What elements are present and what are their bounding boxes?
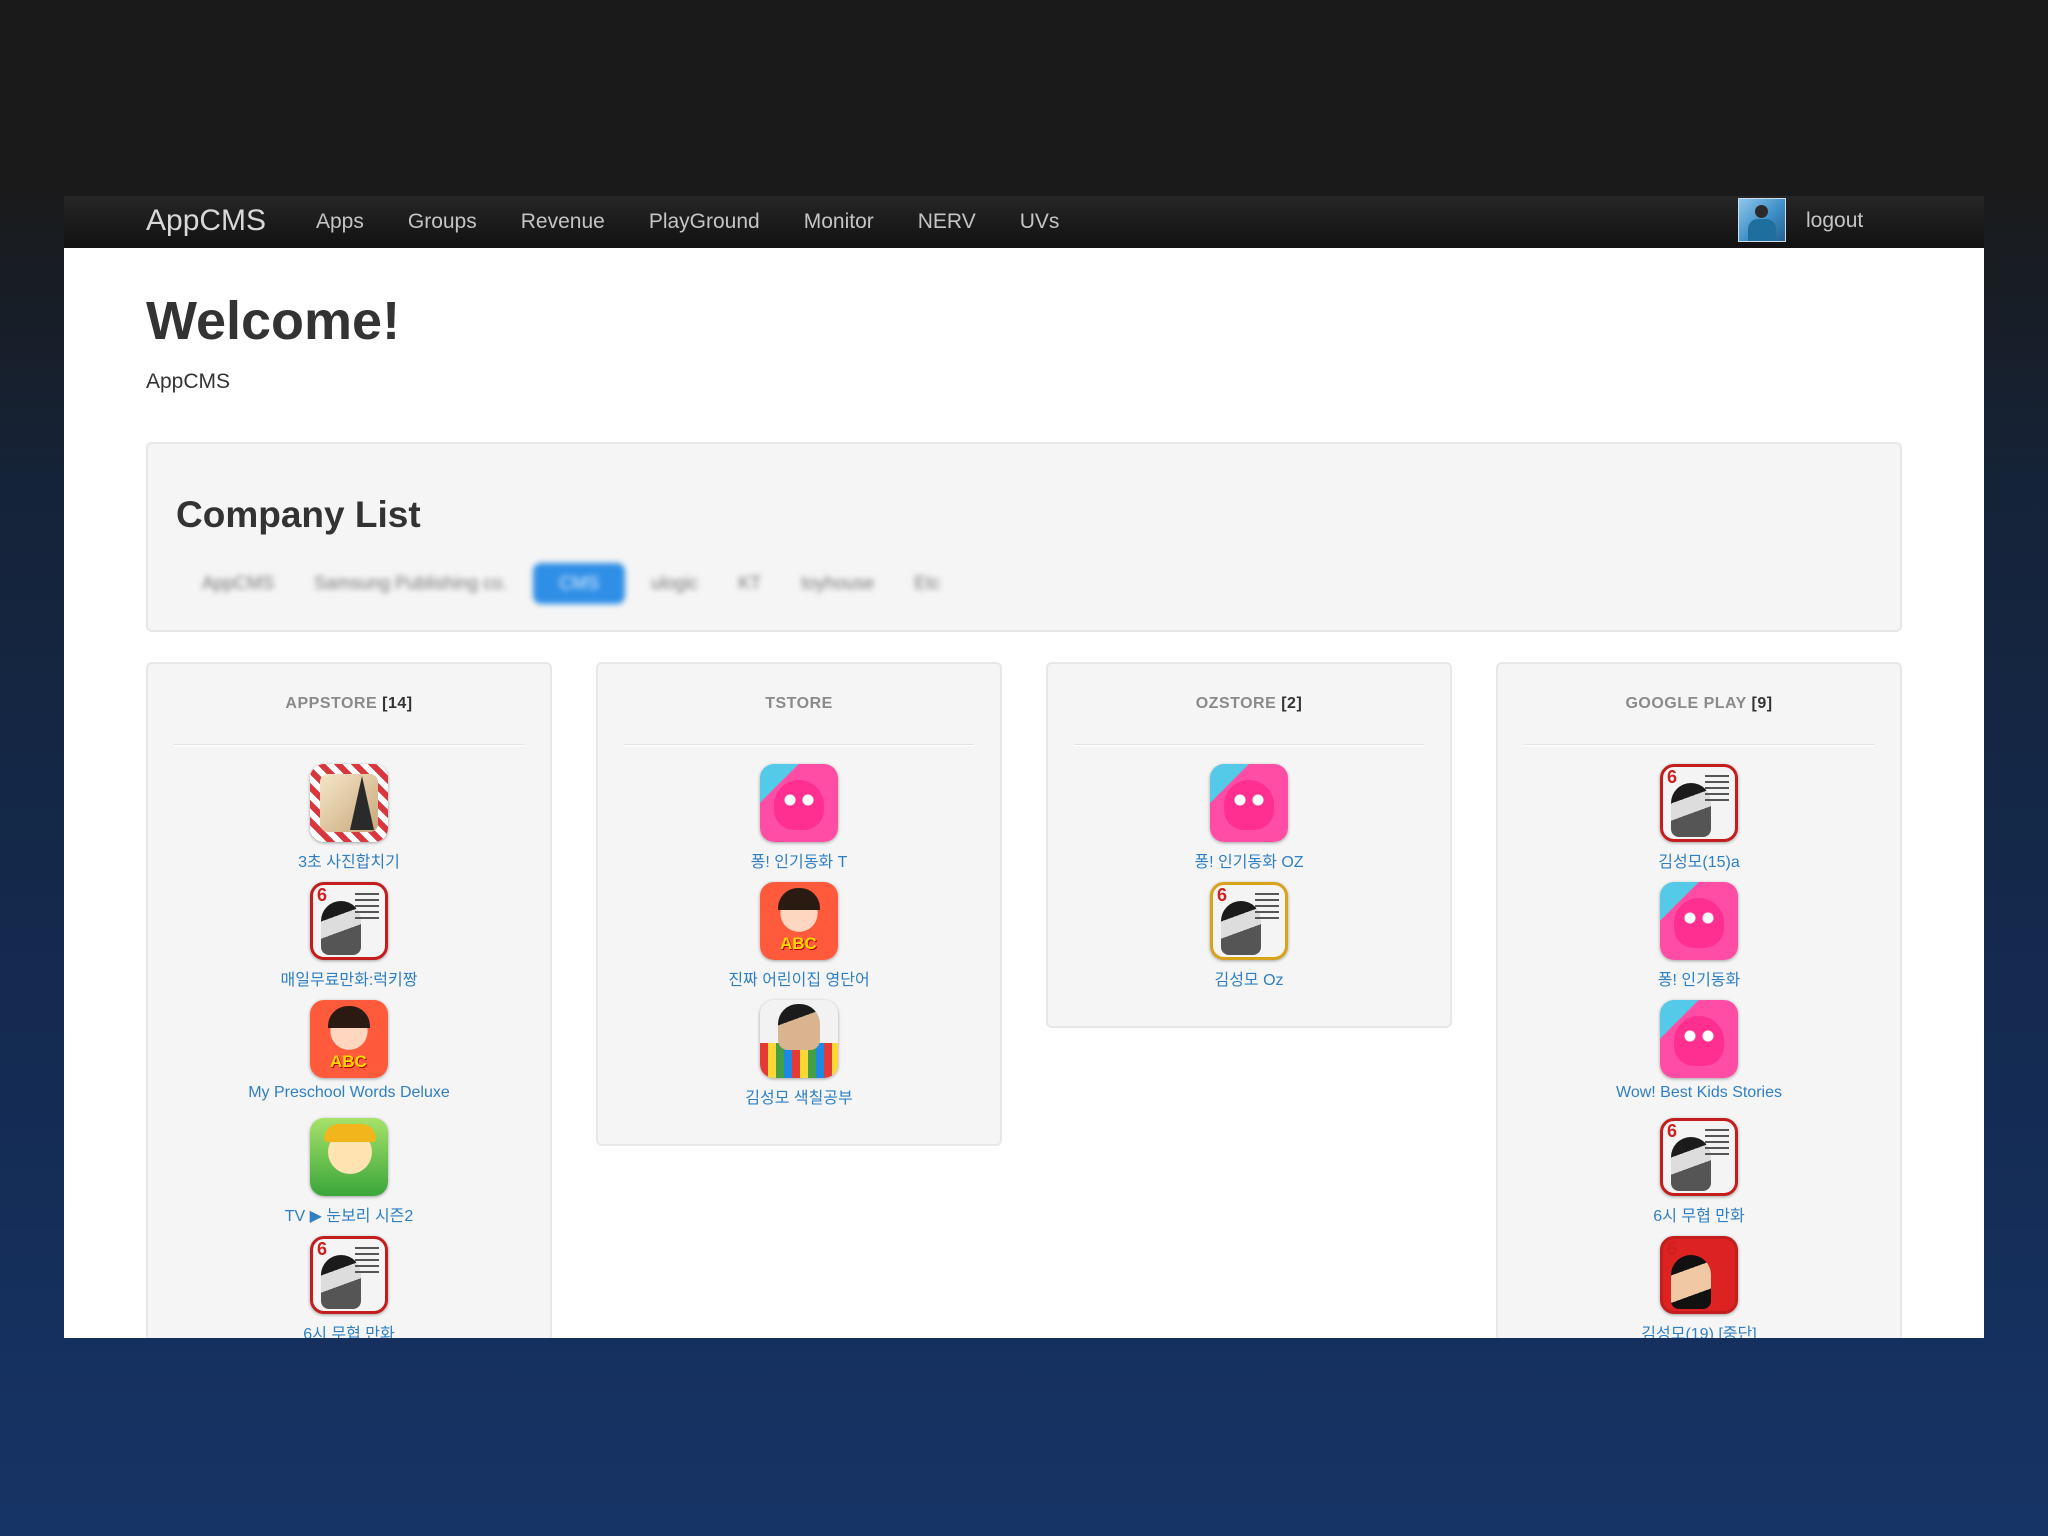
app-label: 6시 무협 만화: [303, 1326, 395, 1338]
app-item[interactable]: 6시 무협 만화: [148, 1236, 550, 1338]
coloring-manga-icon: [760, 1000, 838, 1078]
app-label: 3초 사진합치기: [298, 854, 400, 871]
pink-cat-icon: [1210, 764, 1288, 842]
app-item[interactable]: 3초 사진합치기: [148, 764, 550, 882]
app-label: 김성모(19) [중단]: [1641, 1326, 1757, 1338]
app-label: 퐁! 인기동화 OZ: [1194, 854, 1304, 871]
app-item[interactable]: 진짜 어린이집 영단어: [598, 882, 1000, 1000]
store-name: TSTORE: [765, 695, 833, 712]
manga-icon: [310, 882, 388, 960]
brand-logo[interactable]: AppCMS: [146, 196, 266, 246]
app-item[interactable]: 김성모 Oz: [1048, 882, 1450, 1000]
pink-cat-icon: [1660, 1000, 1738, 1078]
cartoon-character-icon: [310, 1118, 388, 1196]
app-item[interactable]: 김성모(15)a: [1498, 764, 1900, 882]
manga-icon: [1660, 764, 1738, 842]
app-item[interactable]: 퐁! 인기동화 OZ: [1048, 764, 1450, 882]
app-list: 3초 사진합치기 매일무료만화:럭키짱 My Preschool Words D…: [148, 764, 550, 1338]
nav-link-revenue[interactable]: Revenue: [521, 210, 605, 234]
app-label: 6시 무협 만화: [1653, 1208, 1745, 1225]
company-list-title: Company List: [176, 494, 421, 535]
nav-link-groups[interactable]: Groups: [408, 210, 477, 234]
avatar-body: [1748, 219, 1776, 241]
store-count: [9]: [1751, 695, 1773, 712]
avatar-head: [1755, 205, 1768, 218]
kid-abc-icon: [310, 1000, 388, 1078]
app-item[interactable]: 퐁! 인기동화 T: [598, 764, 1000, 882]
divider: [1524, 744, 1874, 746]
manga-icon: [1210, 882, 1288, 960]
browser-viewport: AppCMS Apps Groups Revenue PlayGround Mo…: [64, 196, 1984, 1338]
store-name: GOOGLE PLAY: [1625, 695, 1747, 712]
pink-cat-icon: [760, 764, 838, 842]
company-pill[interactable]: ulogic: [637, 565, 712, 602]
kid-abc-icon: [760, 882, 838, 960]
store-header: OZSTORE [2]: [1048, 664, 1450, 744]
app-label: Wow! Best Kids Stories: [1616, 1084, 1782, 1101]
app-label: 김성모 색칠공부: [745, 1090, 853, 1107]
company-pill[interactable]: AppCMS: [188, 565, 288, 602]
store-column-ozstore: OZSTORE [2] 퐁! 인기동화 OZ 김성모 Oz: [1046, 662, 1452, 1028]
app-label: My Preschool Words Deluxe: [248, 1084, 450, 1101]
store-header: TSTORE: [598, 664, 1000, 744]
pink-cat-icon: [1660, 882, 1738, 960]
app-label: 김성모(15)a: [1658, 854, 1740, 871]
company-pill[interactable]: KT: [724, 565, 775, 602]
divider: [624, 744, 974, 746]
app-item[interactable]: 김성모 색칠공부: [598, 1000, 1000, 1118]
nav-links: Apps Groups Revenue PlayGround Monitor N…: [316, 196, 1103, 248]
app-item[interactable]: Wow! Best Kids Stories: [1498, 1000, 1900, 1118]
logout-link[interactable]: logout: [1806, 196, 1863, 246]
app-list: 퐁! 인기동화 T 진짜 어린이집 영단어 김성모 색칠공부: [598, 764, 1000, 1118]
nav-link-monitor[interactable]: Monitor: [804, 210, 874, 234]
app-label: 진짜 어린이집 영단어: [728, 972, 870, 989]
company-pill-nav: AppCMS Samsung Publishing co. CMS ulogic…: [188, 562, 966, 604]
store-column-appstore: APPSTORE [14] 3초 사진합치기 매일무료만화:럭키짱 My Pre…: [146, 662, 552, 1338]
store-header: APPSTORE [14]: [148, 664, 550, 744]
app-item[interactable]: My Preschool Words Deluxe: [148, 1000, 550, 1118]
top-navbar: AppCMS Apps Groups Revenue PlayGround Mo…: [64, 196, 1984, 248]
company-pill[interactable]: Samsung Publishing co.: [300, 565, 521, 602]
app-label: TV ▶ 눈보리 시즌2: [284, 1208, 414, 1225]
store-column-google-play: GOOGLE PLAY [9] 김성모(15)a 퐁! 인기동화 Wow! Be…: [1496, 662, 1902, 1338]
divider: [174, 744, 524, 746]
app-label: 매일무료만화:럭키짱: [280, 972, 418, 989]
manga-icon: [310, 1236, 388, 1314]
store-count: [14]: [382, 695, 413, 712]
nav-link-apps[interactable]: Apps: [316, 210, 364, 234]
company-pill[interactable]: Etc: [900, 565, 954, 602]
company-pill-active[interactable]: CMS: [533, 562, 626, 604]
nav-link-nerv[interactable]: NERV: [918, 210, 976, 234]
app-label: 퐁! 인기동화: [1657, 972, 1741, 989]
app-item[interactable]: 매일무료만화:럭키짱: [148, 882, 550, 1000]
store-column-tstore: TSTORE 퐁! 인기동화 T 진짜 어린이집 영단어 김성모 색칠공부: [596, 662, 1002, 1146]
manga-icon: [1660, 1118, 1738, 1196]
manga-icon: [1660, 1236, 1738, 1314]
app-item[interactable]: 퐁! 인기동화: [1498, 882, 1900, 1000]
app-list: 김성모(15)a 퐁! 인기동화 Wow! Best Kids Stories …: [1498, 764, 1900, 1338]
photo-collage-icon: [310, 764, 388, 842]
app-item[interactable]: 6시 무협 만화: [1498, 1118, 1900, 1236]
app-item[interactable]: TV ▶ 눈보리 시즌2: [148, 1118, 550, 1236]
page-subtitle: AppCMS: [146, 370, 231, 393]
store-header: GOOGLE PLAY [9]: [1498, 664, 1900, 744]
app-label: 퐁! 인기동화 T: [750, 854, 848, 871]
page-title: Welcome!: [146, 291, 401, 351]
company-list-panel: Company List AppCMS Samsung Publishing c…: [146, 442, 1902, 632]
app-item[interactable]: 김성모(19) [중단]: [1498, 1236, 1900, 1338]
company-pill[interactable]: toyhouse: [787, 565, 888, 602]
nav-link-uvs[interactable]: UVs: [1020, 210, 1060, 234]
app-label: 김성모 Oz: [1214, 972, 1284, 989]
divider: [1074, 744, 1424, 746]
store-name: OZSTORE: [1195, 695, 1277, 712]
nav-link-playground[interactable]: PlayGround: [649, 210, 760, 234]
store-name: APPSTORE: [285, 695, 378, 712]
store-count: [2]: [1281, 695, 1303, 712]
app-list: 퐁! 인기동화 OZ 김성모 Oz: [1048, 764, 1450, 1000]
user-avatar[interactable]: [1738, 198, 1786, 242]
